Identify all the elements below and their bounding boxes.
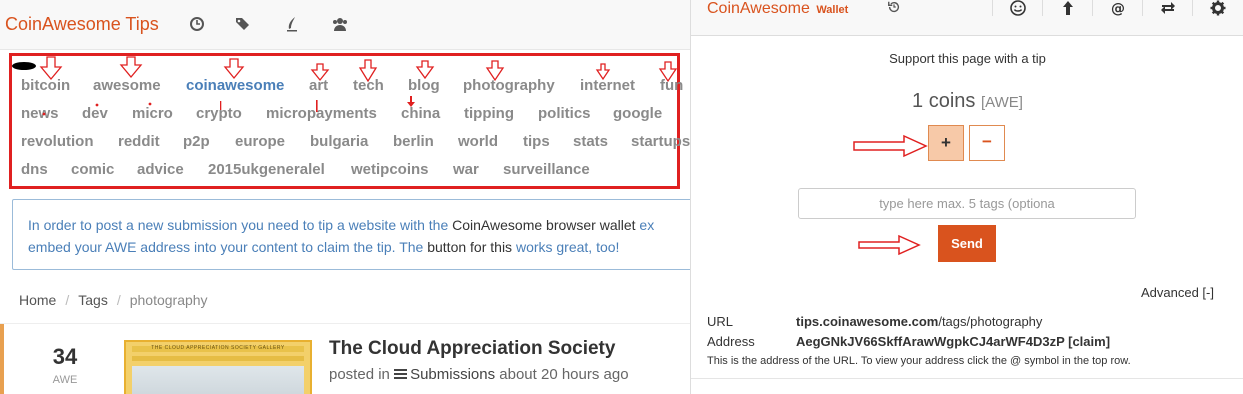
tag-link[interactable]: art — [309, 77, 328, 94]
notice-text: In order to post a new submission you ne… — [28, 217, 453, 233]
tag-link[interactable]: tech — [353, 77, 384, 94]
vote-count: 34 AWE — [38, 344, 92, 386]
panel-divider — [691, 378, 1243, 379]
history-icon[interactable] — [887, 0, 901, 17]
tag-link[interactable]: reddit — [118, 133, 160, 150]
url-domain: tips.coinawesome.com — [796, 314, 939, 329]
tag-link[interactable]: tipping — [464, 105, 514, 122]
transfer-icon[interactable] — [1142, 0, 1192, 16]
wallet-brand: CoinAwesome Wallet — [707, 0, 848, 18]
post-accent-bar — [0, 324, 4, 394]
increase-button[interactable]: + — [928, 125, 964, 161]
info-notice: In order to post a new submission you ne… — [12, 199, 690, 270]
url-path: /tags/photography — [938, 314, 1043, 329]
breadcrumb-tags[interactable]: Tags — [78, 292, 108, 308]
vote-number: 34 — [52, 344, 78, 369]
smiley-icon[interactable] — [992, 0, 1042, 16]
url-label: URL — [707, 314, 734, 329]
breadcrumb: Home / Tags / photography — [19, 292, 208, 308]
tag-link[interactable]: photography — [463, 77, 555, 94]
url-value: tips.coinawesome.com/tags/photography — [796, 314, 1042, 329]
svg-text:@: @ — [1111, 1, 1125, 16]
tag-link[interactable]: news — [21, 105, 59, 122]
tag-link[interactable]: 2015ukgeneralel — [208, 161, 325, 178]
tag-link[interactable]: stats — [573, 133, 608, 150]
tag-link-active[interactable]: coinawesome — [186, 77, 284, 94]
tag-link[interactable]: politics — [538, 105, 591, 122]
tag-link[interactable]: micropayments — [266, 105, 377, 122]
tag-link[interactable]: blog — [408, 77, 440, 94]
redaction-blot — [12, 62, 36, 70]
vote-unit: AWE — [52, 374, 78, 386]
tag-link[interactable]: dev — [82, 105, 108, 122]
tag-link[interactable]: google — [613, 105, 662, 122]
upload-icon[interactable] — [1042, 0, 1092, 16]
breadcrumb-separator: / — [65, 292, 70, 308]
tag-link[interactable]: berlin — [393, 133, 434, 150]
tag-link[interactable]: p2p — [183, 133, 210, 150]
notice-text: works great, too! — [512, 239, 620, 255]
decrease-button[interactable]: − — [969, 125, 1005, 161]
post-thumbnail[interactable]: THE CLOUD APPRECIATION SOCIETY GALLERY — [124, 340, 312, 394]
tag-link[interactable]: tips — [523, 133, 550, 150]
category-link[interactable]: Submissions — [410, 366, 495, 383]
wallet-brand-name: CoinAwesome — [707, 0, 810, 17]
list-icon — [394, 369, 408, 380]
button-link[interactable]: button — [427, 239, 466, 255]
notice-text: embed your AWE address into your content… — [28, 239, 428, 255]
wallet-brand-sub: Wallet — [816, 4, 849, 16]
address-note: This is the address of the URL. To view … — [707, 355, 1131, 367]
breadcrumb-separator: / — [116, 292, 121, 308]
tags-input[interactable] — [798, 188, 1136, 219]
tag-link[interactable]: fun — [660, 77, 683, 94]
tag-link[interactable]: comic — [71, 161, 114, 178]
address-value[interactable]: AegGNkJV66SkffArawWgpkCJ4arWF4D3zP [clai… — [796, 334, 1110, 349]
tag-link[interactable]: war — [453, 161, 479, 178]
tag-link[interactable]: internet — [580, 77, 635, 94]
tag-link[interactable]: europe — [235, 133, 285, 150]
tag-link[interactable]: advice — [137, 161, 184, 178]
meta-prefix: posted in — [329, 366, 390, 383]
tag-link[interactable]: startups — [631, 133, 690, 150]
at-icon[interactable]: @ — [1092, 0, 1142, 17]
tag-link[interactable]: wetipcoins — [351, 161, 429, 178]
address-text: AegGNkJV66SkffArawWgpkCJ4arWF4D3zP [clai… — [796, 334, 1111, 349]
thumbnail-sky — [132, 366, 304, 394]
breadcrumb-home[interactable]: Home — [19, 292, 56, 308]
tag-link[interactable]: bitcoin — [21, 77, 70, 94]
send-button[interactable]: Send — [938, 225, 996, 262]
tag-link[interactable]: revolution — [21, 133, 94, 150]
notice-text: ex — [635, 217, 655, 233]
coin-value: 1 coins — [912, 90, 976, 112]
post-meta: posted in Submissions about 20 hours ago — [329, 366, 629, 383]
site-area: CoinAwesome Tips bitcoin awesome coinawe… — [0, 0, 690, 394]
tag-link[interactable]: world — [458, 133, 498, 150]
post-time: about 20 hours ago — [499, 366, 629, 383]
wallet-link[interactable]: CoinAwesome browser wallet — [452, 217, 635, 233]
thumbnail-title: THE CLOUD APPRECIATION SOCIETY GALLERY — [151, 345, 285, 351]
tag-link[interactable]: micro — [132, 105, 173, 122]
coin-amount: 1 coins [AWE] — [691, 90, 1243, 113]
support-text: Support this page with a tip — [889, 51, 1046, 66]
for-this-link[interactable]: for this — [470, 239, 512, 255]
tag-link[interactable]: surveillance — [503, 161, 590, 178]
gear-icon[interactable] — [1192, 0, 1242, 16]
tag-link[interactable]: china — [401, 105, 440, 122]
submission-row: 34 AWE THE CLOUD APPRECIATION SOCIETY GA… — [0, 323, 690, 394]
breadcrumb-current: photography — [129, 292, 208, 308]
tag-link[interactable]: crypto — [196, 105, 242, 122]
tag-cloud: bitcoin awesome coinawesome art tech blo… — [0, 0, 690, 178]
coin-unit: [AWE] — [980, 94, 1023, 111]
tag-link[interactable]: awesome — [93, 77, 161, 94]
tag-link[interactable]: dns — [21, 161, 48, 178]
tag-link[interactable]: bulgaria — [310, 133, 368, 150]
post-title[interactable]: The Cloud Appreciation Society — [329, 338, 615, 360]
advanced-toggle[interactable]: Advanced [-] — [1141, 285, 1214, 300]
wallet-panel: CoinAwesome Wallet @ Support this page w… — [690, 0, 1243, 394]
wallet-header: CoinAwesome Wallet @ — [691, 0, 1243, 36]
address-label: Address — [707, 334, 755, 349]
thumbnail-band — [132, 356, 304, 361]
